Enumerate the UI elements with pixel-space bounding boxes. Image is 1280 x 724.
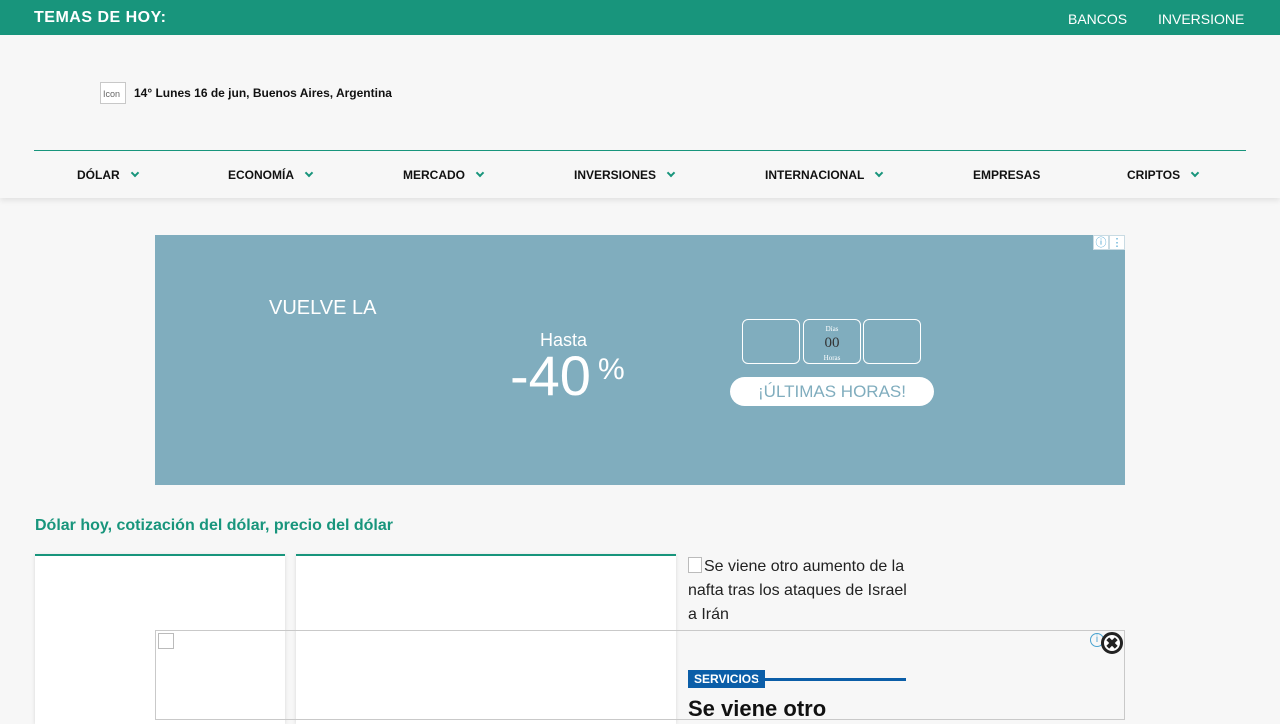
chevron-down-icon — [875, 168, 884, 178]
nav-item-label: DÓLAR — [77, 168, 120, 182]
top-bar: TEMAS DE HOY: BANCOS INVERSIONE — [0, 0, 1280, 35]
nav-item-mercado[interactable]: MERCADO — [403, 168, 485, 182]
ad-percent-sign: % — [598, 353, 625, 386]
ad-discount: -40 — [510, 344, 591, 407]
nav-item-label: ECONOMÍA — [228, 168, 294, 182]
kebab-menu-icon[interactable]: ⋮ — [1109, 235, 1125, 250]
chevron-down-icon — [1190, 168, 1200, 178]
news-image-alt: Se viene otro aumento de la nafta tras l… — [688, 558, 907, 623]
site-header: Icon 14° Lunes 16 de jun, Buenos Aires, … — [0, 35, 1280, 198]
nav-item-label: MERCADO — [403, 168, 465, 182]
topic-link-inversiones[interactable]: INVERSIONE — [1158, 11, 1244, 27]
countdown-box — [863, 319, 921, 364]
nav-item-label: CRIPTOS — [1127, 168, 1181, 182]
topic-link-bancos[interactable]: BANCOS — [1068, 11, 1127, 27]
nav-item-dolar[interactable]: DÓLAR — [77, 168, 139, 182]
countdown-label-bottom: Horas — [823, 354, 841, 362]
ad-headline: VUELVE LA — [269, 297, 377, 319]
countdown-label-top: Días — [825, 325, 839, 333]
broken-image-icon — [158, 633, 174, 649]
ad-cta-button[interactable]: ¡ÚLTIMAS HORAS! — [730, 377, 934, 406]
nav-item-criptos[interactable]: CRIPTOS — [1127, 168, 1200, 182]
broken-image-icon — [688, 557, 702, 573]
nav-item-internacional[interactable]: INTERNACIONAL — [765, 168, 884, 182]
chevron-down-icon — [304, 168, 314, 178]
nav-item-label: EMPRESAS — [973, 168, 1041, 182]
temas-de-hoy-label: TEMAS DE HOY: — [34, 9, 167, 26]
news-image[interactable]: Se viene otro aumento de la nafta tras l… — [688, 555, 908, 627]
banner-ad[interactable]: ⓘ ⋮ VUELVE LA Hasta -40 % Días 00 Horas … — [155, 235, 1125, 485]
weather-icon: Icon — [100, 82, 126, 104]
countdown-box — [742, 319, 800, 364]
close-icon[interactable] — [1101, 632, 1123, 654]
nav-item-economia[interactable]: ECONOMÍA — [228, 168, 314, 182]
weather-date-location: 14° Lunes 16 de jun, Buenos Aires, Argen… — [134, 86, 392, 100]
ad-badges: ⓘ ⋮ — [1093, 235, 1125, 250]
section-title[interactable]: Dólar hoy, cotización del dólar, precio … — [35, 517, 393, 535]
nav-item-empresas[interactable]: EMPRESAS — [973, 168, 1040, 182]
countdown-box-days: Días 00 Horas — [803, 319, 861, 364]
countdown-value: 00 — [824, 335, 840, 351]
info-icon[interactable]: ⓘ — [1093, 235, 1109, 250]
main-nav: DÓLAR ECONOMÍA MERCADO INVERSIONES INTER… — [0, 151, 1280, 197]
chevron-down-icon — [666, 168, 676, 178]
chevron-down-icon — [475, 168, 485, 178]
chevron-down-icon — [130, 168, 139, 178]
nav-item-inversiones[interactable]: INVERSIONES — [574, 168, 676, 182]
nav-item-label: INTERNACIONAL — [765, 168, 865, 182]
sticky-bottom-ad[interactable]: i — [155, 630, 1125, 720]
nav-item-label: INVERSIONES — [574, 168, 657, 182]
